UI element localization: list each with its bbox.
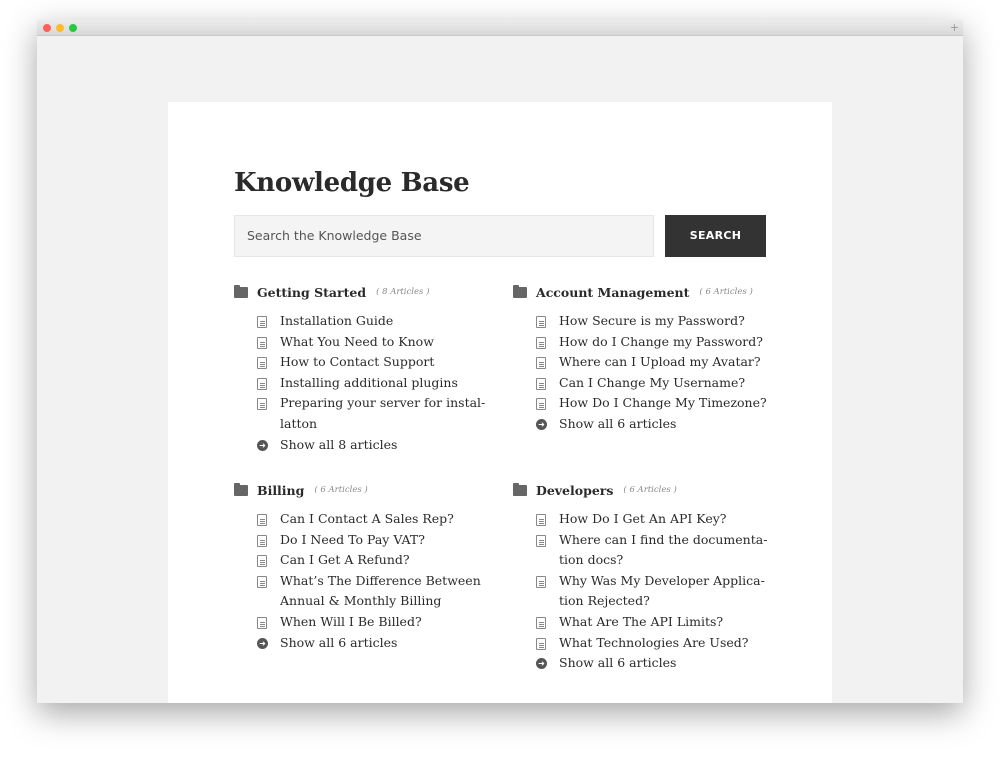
article-item[interactable]: Where can I Upload my Avatar? bbox=[536, 352, 773, 373]
document-icon bbox=[257, 336, 267, 349]
category-section: Getting Started ( 8 Articles ) Installati… bbox=[234, 282, 494, 455]
show-all-link[interactable]: ➜ Show all 6 articles bbox=[536, 414, 773, 435]
show-all-link[interactable]: ➜ Show all 6 articles bbox=[536, 653, 773, 674]
article-link[interactable]: Why Was My Developer Applica-tion Reject… bbox=[559, 571, 773, 612]
article-count: ( 6 Articles ) bbox=[623, 485, 677, 495]
article-link[interactable]: How to Contact Support bbox=[280, 352, 434, 373]
article-link[interactable]: Preparing your server for instal-latton bbox=[280, 393, 494, 434]
article-link[interactable]: Can I Contact A Sales Rep? bbox=[280, 509, 454, 530]
article-link[interactable]: Where can I Upload my Avatar? bbox=[559, 352, 761, 373]
article-item[interactable]: Installation Guide bbox=[257, 311, 494, 332]
show-all-link[interactable]: ➜ Show all 6 articles bbox=[257, 633, 494, 654]
article-link[interactable]: Can I Change My Username? bbox=[559, 373, 745, 394]
category-title[interactable]: Account Management bbox=[536, 285, 689, 300]
article-item[interactable]: Can I Get A Refund? bbox=[257, 550, 494, 571]
article-link[interactable]: Can I Get A Refund? bbox=[280, 550, 410, 571]
category-section: Account Management ( 6 Articles ) How Sec… bbox=[513, 282, 773, 435]
article-link[interactable]: When Will I Be Billed? bbox=[280, 612, 422, 633]
show-all-label[interactable]: Show all 8 articles bbox=[280, 435, 397, 456]
document-icon bbox=[257, 616, 267, 629]
article-link[interactable]: Installation Guide bbox=[280, 311, 393, 332]
category-title[interactable]: Billing bbox=[257, 483, 304, 498]
title-bar: + bbox=[37, 20, 963, 36]
category-title[interactable]: Developers bbox=[536, 483, 613, 498]
document-icon bbox=[536, 637, 546, 650]
article-link[interactable]: Installing additional plugins bbox=[280, 373, 458, 394]
article-item[interactable]: How Do I Get An API Key? bbox=[536, 509, 773, 530]
article-link[interactable]: What’s The Difference Between Annual & M… bbox=[280, 571, 494, 612]
browser-window: + Knowledge Base Search the Knowledge Ba… bbox=[37, 20, 963, 703]
article-item[interactable]: Preparing your server for instal-latton bbox=[257, 393, 494, 434]
article-link[interactable]: What You Need to Know bbox=[280, 332, 434, 353]
document-icon bbox=[257, 357, 267, 370]
document-icon bbox=[536, 377, 546, 390]
arrow-circle-right-icon: ➜ bbox=[257, 439, 268, 451]
article-item[interactable]: Can I Contact A Sales Rep? bbox=[257, 509, 494, 530]
article-link[interactable]: How Do I Change My Timezone? bbox=[559, 393, 767, 414]
article-link[interactable]: How do I Change my Password? bbox=[559, 332, 763, 353]
knowledge-base-card: Knowledge Base Search the Knowledge Base… bbox=[168, 102, 832, 703]
document-icon bbox=[257, 377, 267, 390]
article-item[interactable]: Can I Change My Username? bbox=[536, 373, 773, 394]
document-icon bbox=[536, 398, 546, 411]
document-icon bbox=[536, 357, 546, 370]
document-icon bbox=[257, 398, 267, 411]
article-item[interactable]: How do I Change my Password? bbox=[536, 332, 773, 353]
article-item[interactable]: Where can I find the documenta-tion docs… bbox=[536, 530, 773, 571]
article-link[interactable]: How Secure is my Password? bbox=[559, 311, 745, 332]
article-count: ( 8 Articles ) bbox=[376, 287, 430, 297]
article-item[interactable]: How Do I Change My Timezone? bbox=[536, 393, 773, 414]
article-link[interactable]: What Technologies Are Used? bbox=[559, 633, 748, 654]
show-all-link[interactable]: ➜ Show all 8 articles bbox=[257, 435, 494, 456]
show-all-label[interactable]: Show all 6 articles bbox=[559, 414, 676, 435]
folder-icon bbox=[513, 482, 527, 496]
article-count: ( 6 Articles ) bbox=[314, 485, 368, 495]
category-section: Developers ( 6 Articles ) How Do I Get An… bbox=[513, 480, 773, 674]
article-item[interactable]: Installing additional plugins bbox=[257, 373, 494, 394]
search-input[interactable]: Search the Knowledge Base bbox=[234, 215, 654, 257]
article-link[interactable]: How Do I Get An API Key? bbox=[559, 509, 726, 530]
page-title: Knowledge Base bbox=[234, 168, 470, 198]
article-item[interactable]: When Will I Be Billed? bbox=[257, 612, 494, 633]
article-item[interactable]: Do I Need To Pay VAT? bbox=[257, 530, 494, 551]
folder-icon bbox=[234, 482, 248, 496]
search-button[interactable]: SEARCH bbox=[665, 215, 766, 257]
document-icon bbox=[257, 534, 267, 547]
document-icon bbox=[536, 316, 546, 328]
document-icon bbox=[536, 616, 546, 629]
close-window-button[interactable] bbox=[43, 24, 51, 32]
article-item[interactable]: What’s The Difference Between Annual & M… bbox=[257, 571, 494, 612]
minimize-window-button[interactable] bbox=[56, 24, 64, 32]
arrow-circle-right-icon: ➜ bbox=[257, 637, 268, 649]
article-item[interactable]: What Are The API Limits? bbox=[536, 612, 773, 633]
article-item[interactable]: Why Was My Developer Applica-tion Reject… bbox=[536, 571, 773, 612]
article-item[interactable]: What Technologies Are Used? bbox=[536, 633, 773, 654]
arrow-circle-right-icon: ➜ bbox=[536, 658, 547, 670]
folder-icon bbox=[234, 284, 248, 298]
maximize-window-button[interactable] bbox=[69, 24, 77, 32]
article-count: ( 6 Articles ) bbox=[699, 287, 753, 297]
article-item[interactable]: How Secure is my Password? bbox=[536, 311, 773, 332]
article-link[interactable]: Where can I find the documenta-tion docs… bbox=[559, 530, 773, 571]
document-icon bbox=[257, 555, 267, 568]
article-item[interactable]: How to Contact Support bbox=[257, 352, 494, 373]
arrow-circle-right-icon: ➜ bbox=[536, 418, 547, 430]
document-icon bbox=[257, 514, 267, 526]
category-section: Billing ( 6 Articles ) Can I Contact A Sa… bbox=[234, 480, 494, 653]
show-all-label[interactable]: Show all 6 articles bbox=[559, 653, 676, 674]
show-all-label[interactable]: Show all 6 articles bbox=[280, 633, 397, 654]
document-icon bbox=[257, 575, 267, 588]
folder-icon bbox=[513, 284, 527, 298]
document-icon bbox=[257, 316, 267, 328]
document-icon bbox=[536, 336, 546, 349]
document-icon bbox=[536, 514, 546, 526]
category-title[interactable]: Getting Started bbox=[257, 285, 366, 300]
article-link[interactable]: What Are The API Limits? bbox=[559, 612, 723, 633]
new-tab-icon[interactable]: + bbox=[950, 21, 959, 34]
article-link[interactable]: Do I Need To Pay VAT? bbox=[280, 530, 425, 551]
document-icon bbox=[536, 575, 546, 588]
article-item[interactable]: What You Need to Know bbox=[257, 332, 494, 353]
document-icon bbox=[536, 534, 546, 547]
